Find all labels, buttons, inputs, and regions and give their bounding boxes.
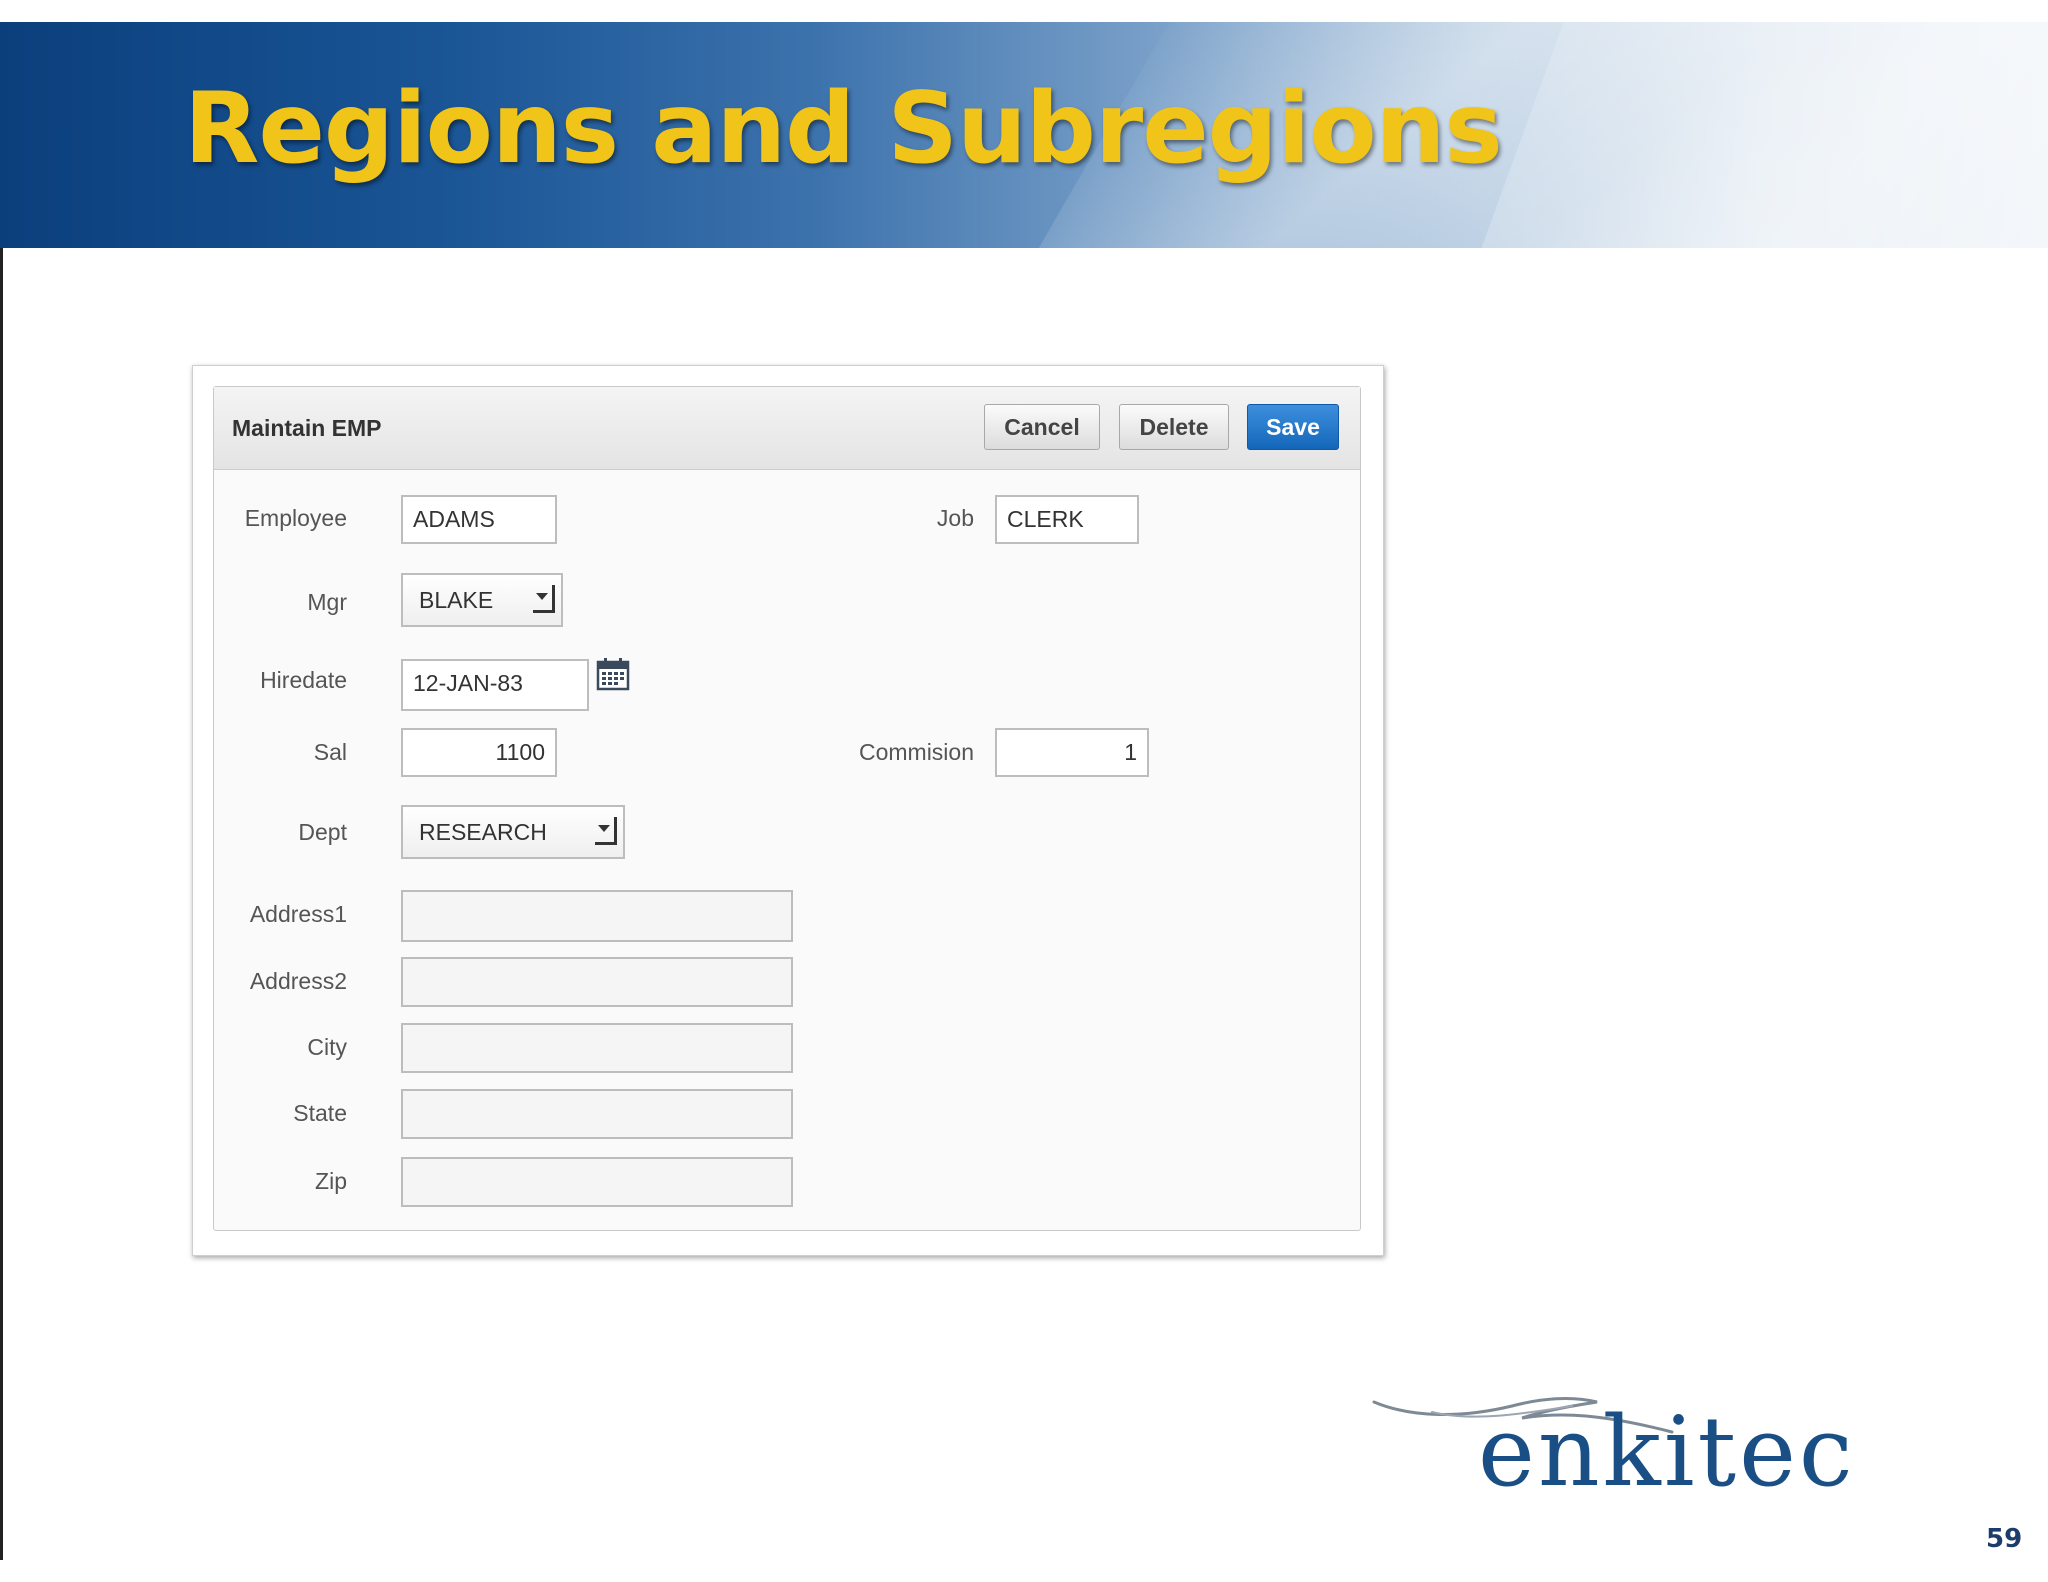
zip-label: Zip [315,1168,347,1194]
region-title: Maintain EMP [232,415,382,441]
maintain-emp-region: Maintain EMP Cancel Delete Save Employee… [213,386,1361,1231]
commision-label: Commision [858,739,974,765]
mgr-label: Mgr [307,589,347,615]
mgr-select-value: BLAKE [419,587,494,613]
employee-label: Employee [244,505,347,531]
enkitec-logo-text: enkitec [1478,1396,1856,1508]
region-header: Maintain EMP Cancel Delete Save [214,387,1360,470]
address1-label: Address1 [249,901,347,927]
calendar-icon[interactable] [596,657,630,691]
sal-label: Sal [313,739,347,765]
address1-field[interactable] [401,890,793,942]
form-card: Maintain EMP Cancel Delete Save Employee… [192,365,1384,1256]
employee-field[interactable]: ADAMS [401,495,557,544]
sal-field[interactable]: 1100 [401,728,557,777]
zip-field[interactable] [401,1157,793,1207]
left-rule [0,248,3,1560]
job-label: Job [936,505,974,531]
hiredate-label: Hiredate [260,667,347,693]
hiredate-field[interactable]: 12-JAN-83 [401,659,589,711]
city-field[interactable] [401,1023,793,1073]
dept-select[interactable]: RESEARCH [401,805,625,859]
delete-button[interactable]: Delete [1119,404,1229,450]
chevron-down-icon [595,817,617,845]
commision-field[interactable]: 1 [995,728,1149,777]
address2-field[interactable] [401,957,793,1007]
dept-select-value: RESEARCH [419,819,547,845]
cancel-button[interactable]: Cancel [984,404,1100,450]
slide-title: Regions and Subregions [184,72,1503,186]
mgr-select[interactable]: BLAKE [401,573,563,627]
save-button[interactable]: Save [1247,404,1339,450]
state-field[interactable] [401,1089,793,1139]
top-strip [0,0,2048,22]
city-label: City [307,1034,347,1060]
state-label: State [293,1100,347,1126]
chevron-down-icon [533,585,555,613]
address2-label: Address2 [249,968,347,994]
page-number: 59 [1986,1524,2023,1554]
job-field[interactable]: CLERK [995,495,1139,544]
dept-label: Dept [298,819,347,845]
